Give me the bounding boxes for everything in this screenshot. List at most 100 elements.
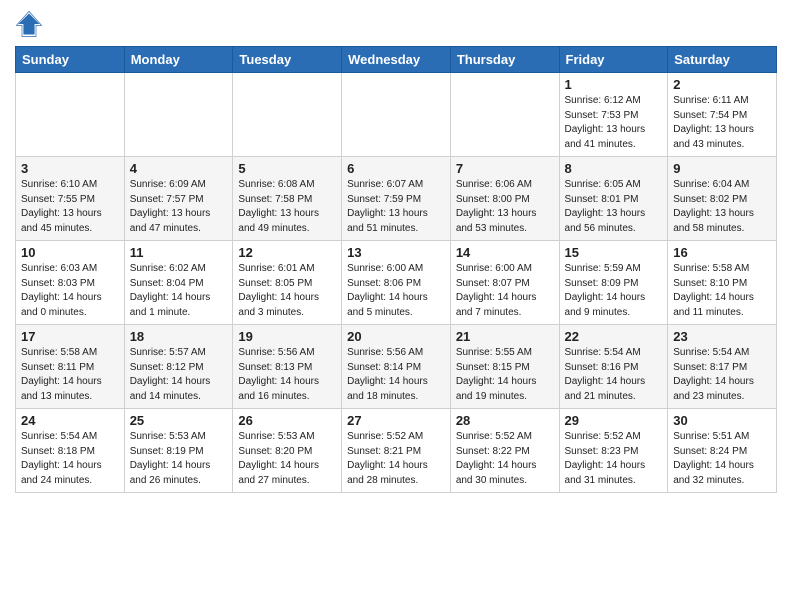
calendar-cell: 1Sunrise: 6:12 AM Sunset: 7:53 PM Daylig… (559, 73, 668, 157)
day-info: Sunrise: 5:53 AM Sunset: 8:20 PM Dayligh… (238, 430, 336, 488)
day-info: Sunrise: 6:00 AM Sunset: 8:07 PM Dayligh… (456, 262, 554, 320)
calendar-cell: 6 Sunrise: 6:07 AM Sunset: 7:59 PM Daylig… (342, 157, 451, 241)
day-info: Sunrise: 6:06 AM Sunset: 8:00 PM Dayligh… (456, 178, 554, 236)
header (15, 10, 777, 38)
day-info: Sunrise: 6:10 AM Sunset: 7:55 PM Dayligh… (21, 178, 119, 236)
day-info: Sunrise: 6:00 AM Sunset: 8:06 PM Dayligh… (347, 262, 445, 320)
calendar-cell: 18 Sunrise: 5:57 AM Sunset: 8:12 PM Dayli… (124, 325, 233, 409)
day-info: Sunrise: 5:56 AM Sunset: 8:13 PM Dayligh… (238, 346, 336, 404)
day-info: Sunrise: 5:55 AM Sunset: 8:15 PM Dayligh… (456, 346, 554, 404)
logo (15, 10, 47, 38)
day-number: 6 (347, 161, 445, 176)
calendar-week-3: 10 Sunrise: 6:03 AM Sunset: 8:03 PM Dayli… (16, 241, 777, 325)
day-info: Sunrise: 5:52 AM Sunset: 8:23 PM Dayligh… (565, 430, 663, 488)
calendar-week-5: 24 Sunrise: 5:54 AM Sunset: 8:18 PM Dayli… (16, 409, 777, 493)
day-info: Sunrise: 6:03 AM Sunset: 8:03 PM Dayligh… (21, 262, 119, 320)
day-number: 4 (130, 161, 228, 176)
calendar-cell: 11 Sunrise: 6:02 AM Sunset: 8:04 PM Dayli… (124, 241, 233, 325)
column-header-thursday: Thursday (450, 47, 559, 73)
day-info: Sunrise: 5:54 AM Sunset: 8:17 PM Dayligh… (673, 346, 771, 404)
day-number: 10 (21, 245, 119, 260)
calendar-cell: 5Sunrise: 6:08 AM Sunset: 7:58 PM Daylig… (233, 157, 342, 241)
calendar-week-1: 1Sunrise: 6:12 AM Sunset: 7:53 PM Daylig… (16, 73, 777, 157)
day-info: Sunrise: 5:51 AM Sunset: 8:24 PM Dayligh… (673, 430, 771, 488)
day-number: 28 (456, 413, 554, 428)
day-number: 8 (565, 161, 663, 176)
day-info: Sunrise: 6:02 AM Sunset: 8:04 PM Dayligh… (130, 262, 228, 320)
day-number: 15 (565, 245, 663, 260)
calendar-week-4: 17 Sunrise: 5:58 AM Sunset: 8:11 PM Dayli… (16, 325, 777, 409)
day-number: 19 (238, 329, 336, 344)
calendar-cell: 3 Sunrise: 6:10 AM Sunset: 7:55 PM Daylig… (16, 157, 125, 241)
day-number: 29 (565, 413, 663, 428)
calendar-week-2: 3 Sunrise: 6:10 AM Sunset: 7:55 PM Daylig… (16, 157, 777, 241)
calendar-cell: 2 Sunrise: 6:11 AM Sunset: 7:54 PM Daylig… (668, 73, 777, 157)
day-info: Sunrise: 6:11 AM Sunset: 7:54 PM Dayligh… (673, 94, 771, 152)
day-info: Sunrise: 5:59 AM Sunset: 8:09 PM Dayligh… (565, 262, 663, 320)
day-number: 20 (347, 329, 445, 344)
day-number: 23 (673, 329, 771, 344)
day-number: 2 (673, 77, 771, 92)
calendar-cell: 8 Sunrise: 6:05 AM Sunset: 8:01 PM Daylig… (559, 157, 668, 241)
day-number: 7 (456, 161, 554, 176)
calendar-cell: 10 Sunrise: 6:03 AM Sunset: 8:03 PM Dayli… (16, 241, 125, 325)
day-info: Sunrise: 6:01 AM Sunset: 8:05 PM Dayligh… (238, 262, 336, 320)
column-header-friday: Friday (559, 47, 668, 73)
calendar-cell: 14Sunrise: 6:00 AM Sunset: 8:07 PM Dayli… (450, 241, 559, 325)
calendar-cell (16, 73, 125, 157)
day-number: 11 (130, 245, 228, 260)
calendar-cell: 23 Sunrise: 5:54 AM Sunset: 8:17 PM Dayli… (668, 325, 777, 409)
day-info: Sunrise: 5:57 AM Sunset: 8:12 PM Dayligh… (130, 346, 228, 404)
day-number: 13 (347, 245, 445, 260)
day-number: 9 (673, 161, 771, 176)
day-number: 3 (21, 161, 119, 176)
calendar-cell: 25 Sunrise: 5:53 AM Sunset: 8:19 PM Dayli… (124, 409, 233, 493)
day-number: 24 (21, 413, 119, 428)
calendar-cell: 20 Sunrise: 5:56 AM Sunset: 8:14 PM Dayli… (342, 325, 451, 409)
column-header-saturday: Saturday (668, 47, 777, 73)
calendar-cell: 22 Sunrise: 5:54 AM Sunset: 8:16 PM Dayli… (559, 325, 668, 409)
day-number: 18 (130, 329, 228, 344)
day-info: Sunrise: 5:58 AM Sunset: 8:10 PM Dayligh… (673, 262, 771, 320)
day-info: Sunrise: 6:04 AM Sunset: 8:02 PM Dayligh… (673, 178, 771, 236)
calendar-cell (233, 73, 342, 157)
calendar-cell: 17 Sunrise: 5:58 AM Sunset: 8:11 PM Dayli… (16, 325, 125, 409)
calendar-cell (124, 73, 233, 157)
day-number: 27 (347, 413, 445, 428)
day-number: 16 (673, 245, 771, 260)
calendar-cell: 27 Sunrise: 5:52 AM Sunset: 8:21 PM Dayli… (342, 409, 451, 493)
day-info: Sunrise: 6:09 AM Sunset: 7:57 PM Dayligh… (130, 178, 228, 236)
day-info: Sunrise: 5:54 AM Sunset: 8:16 PM Dayligh… (565, 346, 663, 404)
calendar-cell: 12 Sunrise: 6:01 AM Sunset: 8:05 PM Dayli… (233, 241, 342, 325)
column-header-tuesday: Tuesday (233, 47, 342, 73)
calendar-cell: 21Sunrise: 5:55 AM Sunset: 8:15 PM Dayli… (450, 325, 559, 409)
calendar-cell: 13 Sunrise: 6:00 AM Sunset: 8:06 PM Dayli… (342, 241, 451, 325)
calendar-cell: 9 Sunrise: 6:04 AM Sunset: 8:02 PM Daylig… (668, 157, 777, 241)
calendar-cell: 4 Sunrise: 6:09 AM Sunset: 7:57 PM Daylig… (124, 157, 233, 241)
day-info: Sunrise: 5:53 AM Sunset: 8:19 PM Dayligh… (130, 430, 228, 488)
day-info: Sunrise: 6:05 AM Sunset: 8:01 PM Dayligh… (565, 178, 663, 236)
calendar-header-row: SundayMondayTuesdayWednesdayThursdayFrid… (16, 47, 777, 73)
calendar-cell (342, 73, 451, 157)
column-header-sunday: Sunday (16, 47, 125, 73)
day-number: 26 (238, 413, 336, 428)
column-header-wednesday: Wednesday (342, 47, 451, 73)
logo-icon (15, 10, 43, 38)
calendar-page: SundayMondayTuesdayWednesdayThursdayFrid… (0, 0, 792, 508)
day-info: Sunrise: 5:58 AM Sunset: 8:11 PM Dayligh… (21, 346, 119, 404)
day-number: 1 (565, 77, 663, 92)
calendar-cell: 30Sunrise: 5:51 AM Sunset: 8:24 PM Dayli… (668, 409, 777, 493)
day-info: Sunrise: 5:52 AM Sunset: 8:21 PM Dayligh… (347, 430, 445, 488)
calendar-cell: 15 Sunrise: 5:59 AM Sunset: 8:09 PM Dayli… (559, 241, 668, 325)
day-number: 12 (238, 245, 336, 260)
calendar-cell (450, 73, 559, 157)
day-info: Sunrise: 5:54 AM Sunset: 8:18 PM Dayligh… (21, 430, 119, 488)
day-number: 25 (130, 413, 228, 428)
day-number: 17 (21, 329, 119, 344)
calendar-table: SundayMondayTuesdayWednesdayThursdayFrid… (15, 46, 777, 493)
day-info: Sunrise: 5:56 AM Sunset: 8:14 PM Dayligh… (347, 346, 445, 404)
column-header-monday: Monday (124, 47, 233, 73)
calendar-cell: 19 Sunrise: 5:56 AM Sunset: 8:13 PM Dayli… (233, 325, 342, 409)
day-info: Sunrise: 6:07 AM Sunset: 7:59 PM Dayligh… (347, 178, 445, 236)
day-number: 22 (565, 329, 663, 344)
